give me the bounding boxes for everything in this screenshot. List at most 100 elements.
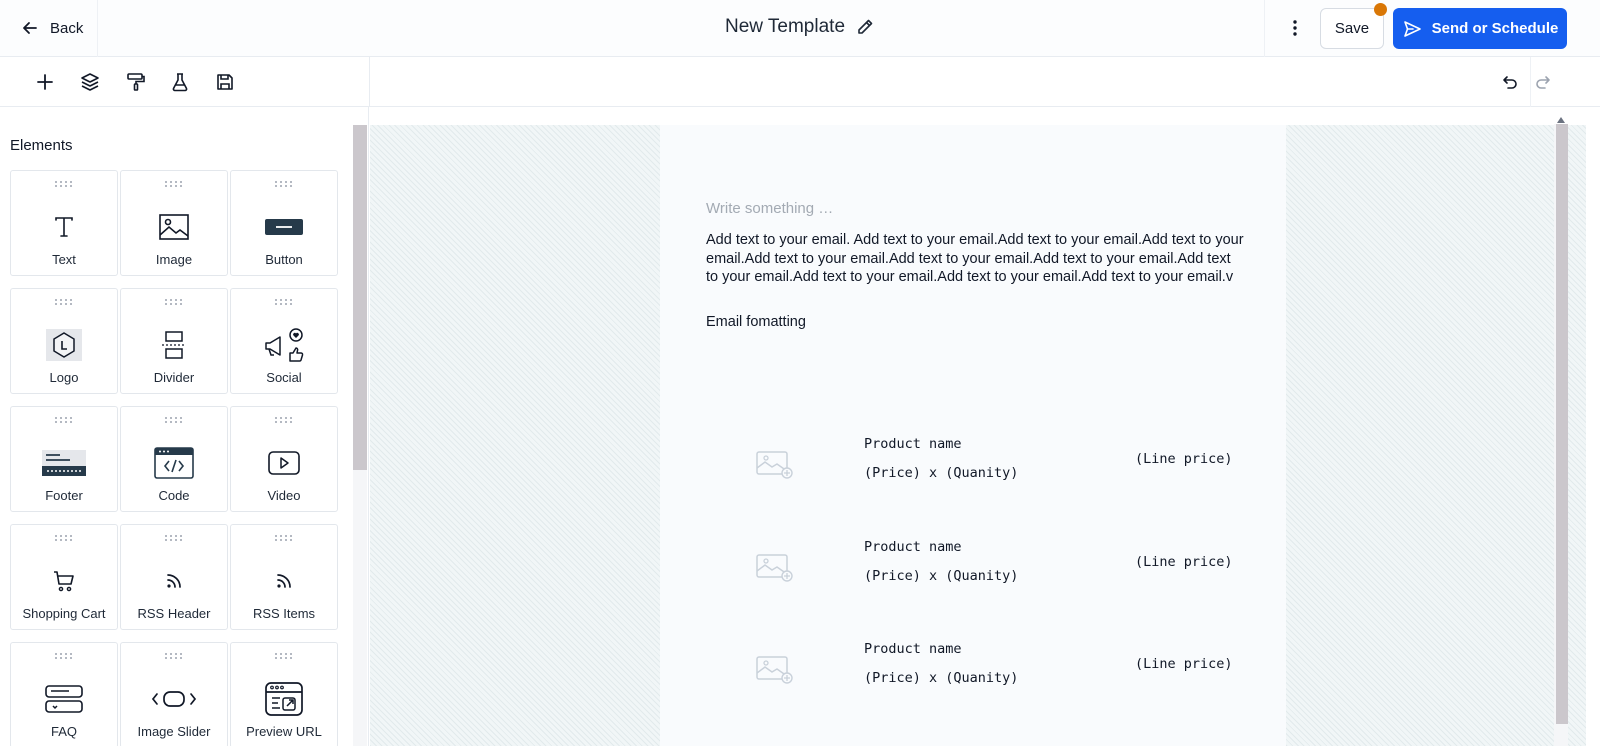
product-name: Product name — [864, 539, 962, 555]
drag-handle-icon[interactable] — [11, 417, 117, 423]
product-row[interactable]: Product name (Price) x (Quanity) (Line p… — [660, 539, 1286, 599]
preview-url-icon — [231, 679, 337, 719]
undo-icon[interactable] — [1498, 70, 1522, 94]
element-label: Logo — [49, 370, 79, 385]
back-button[interactable]: Back — [22, 16, 83, 40]
element-tile-image-slider[interactable]: Image Slider — [120, 642, 228, 746]
drag-handle-icon[interactable] — [121, 181, 227, 187]
drag-handle-icon[interactable] — [231, 299, 337, 305]
drag-handle-icon[interactable] — [231, 181, 337, 187]
text-placeholder[interactable]: Write something … — [706, 200, 833, 217]
drag-handle-icon[interactable] — [11, 653, 117, 659]
product-line-price: (Line price) — [1135, 656, 1233, 672]
text-icon — [11, 207, 117, 247]
element-label: Image — [155, 252, 193, 267]
arrow-left-icon — [22, 20, 38, 36]
element-tile-video[interactable]: Video — [230, 406, 338, 512]
element-label: Button — [265, 252, 303, 267]
element-label: FAQ — [50, 724, 77, 739]
drag-handle-icon[interactable] — [121, 299, 227, 305]
drag-handle-icon[interactable] — [231, 417, 337, 423]
image-placeholder-icon — [756, 448, 794, 480]
send-icon — [1402, 19, 1422, 39]
more-options-icon[interactable] — [1284, 16, 1306, 40]
plus-icon[interactable] — [33, 70, 57, 94]
product-line-price: (Line price) — [1135, 451, 1233, 467]
product-line-price: (Line price) — [1135, 554, 1233, 570]
image-placeholder-icon — [756, 653, 794, 685]
element-tile-social[interactable]: Social — [230, 288, 338, 394]
element-label: Video — [267, 488, 301, 503]
element-label: Code — [158, 488, 190, 503]
elements-heading: Elements — [10, 137, 73, 154]
element-tile-shopping-cart[interactable]: Shopping Cart — [10, 524, 118, 630]
email-text-block[interactable]: Add text to your email. Add text to your… — [706, 231, 1246, 287]
element-label: Preview URL — [246, 724, 322, 739]
sidebar-scrollbar-thumb[interactable] — [353, 125, 367, 470]
element-tile-faq[interactable]: FAQ — [10, 642, 118, 746]
save-button[interactable]: Save — [1320, 8, 1384, 49]
element-tile-text[interactable]: Text — [10, 170, 118, 276]
back-label: Back — [50, 19, 84, 37]
button-icon — [231, 207, 337, 247]
social-icon — [231, 325, 337, 365]
scroll-up-arrow-icon[interactable] — [1556, 112, 1566, 123]
save-disk-icon[interactable] — [213, 70, 237, 94]
divider — [369, 57, 370, 107]
drag-handle-icon[interactable] — [231, 535, 337, 541]
footer-icon — [11, 443, 117, 483]
code-icon — [121, 443, 227, 483]
element-label: Image Slider — [137, 724, 211, 739]
canvas-scrollbar-thumb[interactable] — [1556, 124, 1568, 724]
unsaved-indicator-dot — [1374, 3, 1387, 16]
elements-panel: Elements Text Image Button Logo Divider — [0, 107, 369, 746]
drag-handle-icon[interactable] — [11, 535, 117, 541]
shopping-cart-icon — [11, 561, 117, 601]
element-tile-divider[interactable]: Divider — [120, 288, 228, 394]
email-body[interactable]: Write something … Add text to your email… — [660, 125, 1286, 746]
product-name: Product name — [864, 641, 962, 657]
element-tile-rss-header[interactable]: RSS Header — [120, 524, 228, 630]
element-tile-rss-items[interactable]: RSS Items — [230, 524, 338, 630]
product-row[interactable]: Product name (Price) x (Quanity) (Line p… — [660, 436, 1286, 496]
drag-handle-icon[interactable] — [121, 535, 227, 541]
product-price-quantity: (Price) x (Quanity) — [864, 465, 1019, 481]
element-label: Divider — [153, 370, 195, 385]
send-or-schedule-button[interactable]: Send or Schedule — [1393, 8, 1567, 49]
drag-handle-icon[interactable] — [121, 417, 227, 423]
element-tile-button[interactable]: Button — [230, 170, 338, 276]
layers-icon[interactable] — [78, 70, 102, 94]
video-icon — [231, 443, 337, 483]
save-label: Save — [1334, 20, 1370, 37]
image-icon — [121, 207, 227, 247]
element-label: Text — [52, 252, 76, 267]
redo-icon[interactable] — [1531, 70, 1555, 94]
element-tile-preview-url[interactable]: Preview URL — [230, 642, 338, 746]
drag-handle-icon[interactable] — [11, 181, 117, 187]
email-formatting-text[interactable]: Email fomatting — [706, 314, 806, 330]
faq-icon — [11, 679, 117, 719]
product-row[interactable]: Product name (Price) x (Quanity) (Line p… — [660, 641, 1286, 701]
element-label: RSS Items — [252, 606, 316, 621]
drag-handle-icon[interactable] — [231, 653, 337, 659]
product-price-quantity: (Price) x (Quanity) — [864, 670, 1019, 686]
paint-roller-icon[interactable] — [124, 70, 148, 94]
drag-handle-icon[interactable] — [11, 299, 117, 305]
flask-icon[interactable] — [168, 70, 192, 94]
element-label: RSS Header — [137, 606, 211, 621]
send-label: Send or Schedule — [1431, 20, 1559, 37]
element-label: Shopping Cart — [22, 606, 106, 621]
rss-icon — [121, 561, 227, 601]
drag-handle-icon[interactable] — [121, 653, 227, 659]
element-tile-footer[interactable]: Footer — [10, 406, 118, 512]
pencil-icon[interactable] — [855, 17, 875, 37]
template-title[interactable]: New Template — [725, 16, 845, 38]
element-tile-logo[interactable]: Logo — [10, 288, 118, 394]
email-canvas: Write something … Add text to your email… — [370, 107, 1600, 746]
element-tile-code[interactable]: Code — [120, 406, 228, 512]
image-slider-icon — [121, 679, 227, 719]
divider — [1264, 0, 1265, 57]
divider — [97, 0, 98, 57]
top-bar: Back New Template Save Send or Schedule — [0, 0, 1600, 57]
element-tile-image[interactable]: Image — [120, 170, 228, 276]
